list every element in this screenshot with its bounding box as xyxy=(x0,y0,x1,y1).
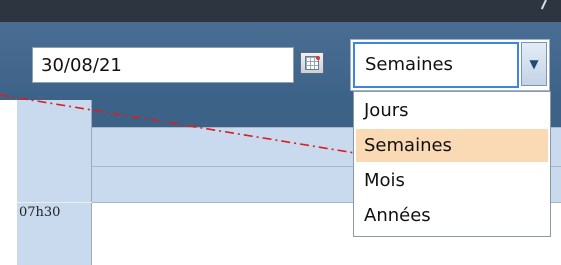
window-corner-mark xyxy=(540,0,547,10)
calendar-icon-dot xyxy=(316,56,320,60)
dropdown-option-jours[interactable]: Jours xyxy=(356,94,548,127)
chevron-down-icon[interactable]: ▼ xyxy=(521,42,547,86)
view-select-value[interactable]: Semaines xyxy=(353,42,519,88)
window-top-bar xyxy=(0,0,561,22)
time-column xyxy=(17,100,92,265)
date-input[interactable] xyxy=(32,47,294,83)
dropdown-option-semaines[interactable]: Semaines xyxy=(356,129,548,162)
view-dropdown-list: Jours Semaines Mois Années xyxy=(353,91,551,237)
calendar-button[interactable] xyxy=(300,52,324,74)
time-slot-label: 07h30 xyxy=(19,205,61,220)
dropdown-option-annees[interactable]: Années xyxy=(356,199,548,232)
time-column-separator xyxy=(17,202,92,203)
dropdown-option-mois[interactable]: Mois xyxy=(356,164,548,197)
view-select[interactable]: Semaines ▼ xyxy=(350,39,550,91)
